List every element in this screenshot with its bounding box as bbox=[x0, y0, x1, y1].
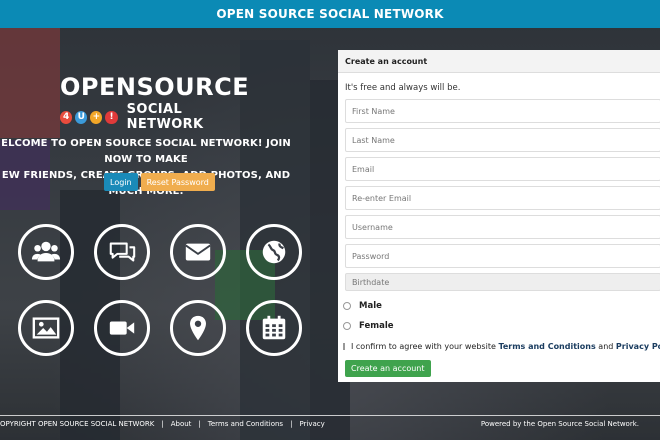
male-label: Male bbox=[359, 301, 382, 311]
top-bar: OPEN SOURCE SOCIAL NETWORK bbox=[0, 0, 660, 28]
footer-left: OPYRIGHT OPEN SOURCE SOCIAL NETWORK | Ab… bbox=[0, 420, 325, 428]
footer: OPYRIGHT OPEN SOURCE SOCIAL NETWORK | Ab… bbox=[0, 417, 660, 431]
gender-male-option[interactable]: Male bbox=[343, 297, 660, 315]
logo-badge: + bbox=[90, 110, 103, 124]
terms-row: I confirm to agree with your website Ter… bbox=[343, 338, 660, 354]
reset-password-button[interactable]: Reset Password bbox=[140, 173, 215, 191]
terms-and: and bbox=[598, 341, 614, 351]
globe-icon bbox=[246, 224, 302, 280]
email-input[interactable]: Email bbox=[345, 157, 660, 181]
logo-badge: 4 bbox=[60, 110, 73, 124]
create-account-button[interactable]: Create an account bbox=[345, 360, 431, 377]
users-icon bbox=[18, 224, 74, 280]
auth-buttons: Login Reset Password bbox=[104, 173, 215, 191]
username-input[interactable]: Username bbox=[345, 215, 660, 239]
first-name-input[interactable]: First Name bbox=[345, 99, 660, 123]
footer-separator: | bbox=[161, 420, 164, 428]
terms-prefix: I confirm to agree with your website bbox=[351, 341, 496, 351]
terms-link[interactable]: Terms and Conditions bbox=[498, 342, 595, 351]
calendar-icon bbox=[246, 300, 302, 356]
male-radio[interactable] bbox=[343, 302, 351, 310]
envelope-icon bbox=[170, 224, 226, 280]
logo-sub-text: SOCIAL NETWORK bbox=[126, 102, 204, 132]
footer-separator: | bbox=[198, 420, 201, 428]
location-pin-icon bbox=[170, 300, 226, 356]
footer-separator: | bbox=[290, 420, 293, 428]
footer-divider bbox=[0, 415, 660, 416]
privacy-link[interactable]: Privacy Policy bbox=[616, 342, 660, 351]
female-label: Female bbox=[359, 321, 394, 331]
signup-tagline: It's free and always will be. bbox=[345, 83, 461, 93]
last-name-input[interactable]: Last Name bbox=[345, 128, 660, 152]
image-icon bbox=[18, 300, 74, 356]
birthdate-input[interactable]: Birthdate bbox=[345, 273, 660, 291]
signup-panel: Create an account It's free and always w… bbox=[338, 50, 660, 382]
logo-main-text: OPENSOURCE bbox=[60, 73, 250, 101]
footer-link-privacy[interactable]: Privacy bbox=[299, 420, 324, 428]
reenter-email-input[interactable]: Re-enter Email bbox=[345, 186, 660, 210]
gender-female-option[interactable]: Female bbox=[343, 317, 660, 335]
female-radio[interactable] bbox=[343, 322, 351, 330]
footer-link-terms[interactable]: Terms and Conditions bbox=[208, 420, 283, 428]
footer-link-about[interactable]: About bbox=[171, 420, 192, 428]
footer-powered: Powered by the Open Source Social Networ… bbox=[480, 420, 639, 428]
site-logo: OPENSOURCE 4 U + ! SOCIAL NETWORK bbox=[60, 74, 255, 132]
password-input[interactable]: Password bbox=[345, 244, 660, 268]
signup-heading: Create an account bbox=[338, 50, 660, 73]
login-button[interactable]: Login bbox=[104, 173, 138, 191]
welcome-line-1: ELCOME TO OPEN SOURCE SOCIAL NETWORK! JO… bbox=[1, 138, 291, 165]
logo-badge: ! bbox=[105, 110, 118, 124]
logo-sub: 4 U + ! SOCIAL NETWORK bbox=[60, 102, 255, 132]
video-icon bbox=[94, 300, 150, 356]
logo-badge: U bbox=[75, 110, 88, 124]
terms-checkbox[interactable] bbox=[343, 342, 345, 350]
chat-icon bbox=[94, 224, 150, 280]
site-title: OPEN SOURCE SOCIAL NETWORK bbox=[216, 7, 444, 21]
footer-copyright: OPYRIGHT OPEN SOURCE SOCIAL NETWORK bbox=[0, 420, 155, 428]
